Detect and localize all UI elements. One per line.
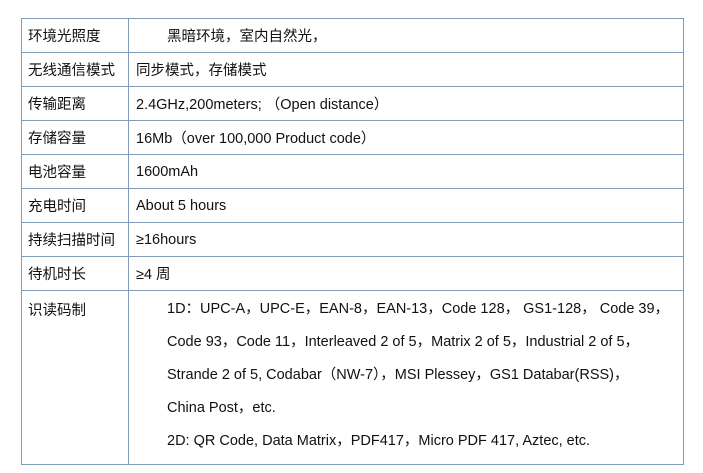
spec-label: 传输距离 <box>21 86 129 121</box>
spec-value: 16Mb（over 100,000 Product code） <box>128 120 684 155</box>
spec-value: About 5 hours <box>128 188 684 223</box>
spec-row: 待机时长 ≥4 周 <box>21 256 684 291</box>
spec-value: ≥16hours <box>128 222 684 257</box>
spec-value: 2.4GHz,200meters; （Open distance） <box>128 86 684 121</box>
symbology-line: Strande 2 of 5, Codabar（NW-7），MSI Plesse… <box>167 367 629 383</box>
spec-label: 持续扫描时间 <box>21 222 129 257</box>
symbology-label: 识读码制 <box>21 290 129 465</box>
spec-label: 充电时间 <box>21 188 129 223</box>
spec-value: ≥4 周 <box>128 256 684 291</box>
symbology-row: 识读码制 1D：UPC-A，UPC-E，EAN-8，EAN-13，Code 12… <box>21 290 684 465</box>
spec-row: 环境光照度 黑暗环境，室内自然光， <box>21 18 684 53</box>
spec-value: 黑暗环境，室内自然光， <box>128 18 684 53</box>
symbology-line: China Post，etc. <box>167 400 276 416</box>
spec-value: 同步模式，存储模式 <box>128 52 684 87</box>
spec-row: 无线通信模式 同步模式，存储模式 <box>21 52 684 87</box>
spec-row: 持续扫描时间 ≥16hours <box>21 222 684 257</box>
spec-row: 传输距离 2.4GHz,200meters; （Open distance） <box>21 86 684 121</box>
symbology-line: 2D: QR Code, Data Matrix，PDF417，Micro PD… <box>167 433 591 449</box>
spec-label: 电池容量 <box>21 154 129 189</box>
spec-table: 环境光照度 黑暗环境，室内自然光， 无线通信模式 同步模式，存储模式 传输距离 … <box>21 18 684 465</box>
spec-label: 存储容量 <box>21 120 129 155</box>
spec-value: 1600mAh <box>128 154 684 189</box>
symbology-line: Code 93，Code 11，Interleaved 2 of 5，Matri… <box>167 334 640 350</box>
spec-label: 待机时长 <box>21 256 129 291</box>
spec-row: 存储容量 16Mb（over 100,000 Product code） <box>21 120 684 155</box>
spec-row: 充电时间 About 5 hours <box>21 188 684 223</box>
symbology-line: 1D：UPC-A，UPC-E，EAN-8，EAN-13，Code 128， GS… <box>167 301 670 317</box>
spec-label: 无线通信模式 <box>21 52 129 87</box>
symbology-list: 1D：UPC-A，UPC-E，EAN-8，EAN-13，Code 128， GS… <box>128 290 684 465</box>
spec-label: 环境光照度 <box>21 18 129 53</box>
spec-row: 电池容量 1600mAh <box>21 154 684 189</box>
